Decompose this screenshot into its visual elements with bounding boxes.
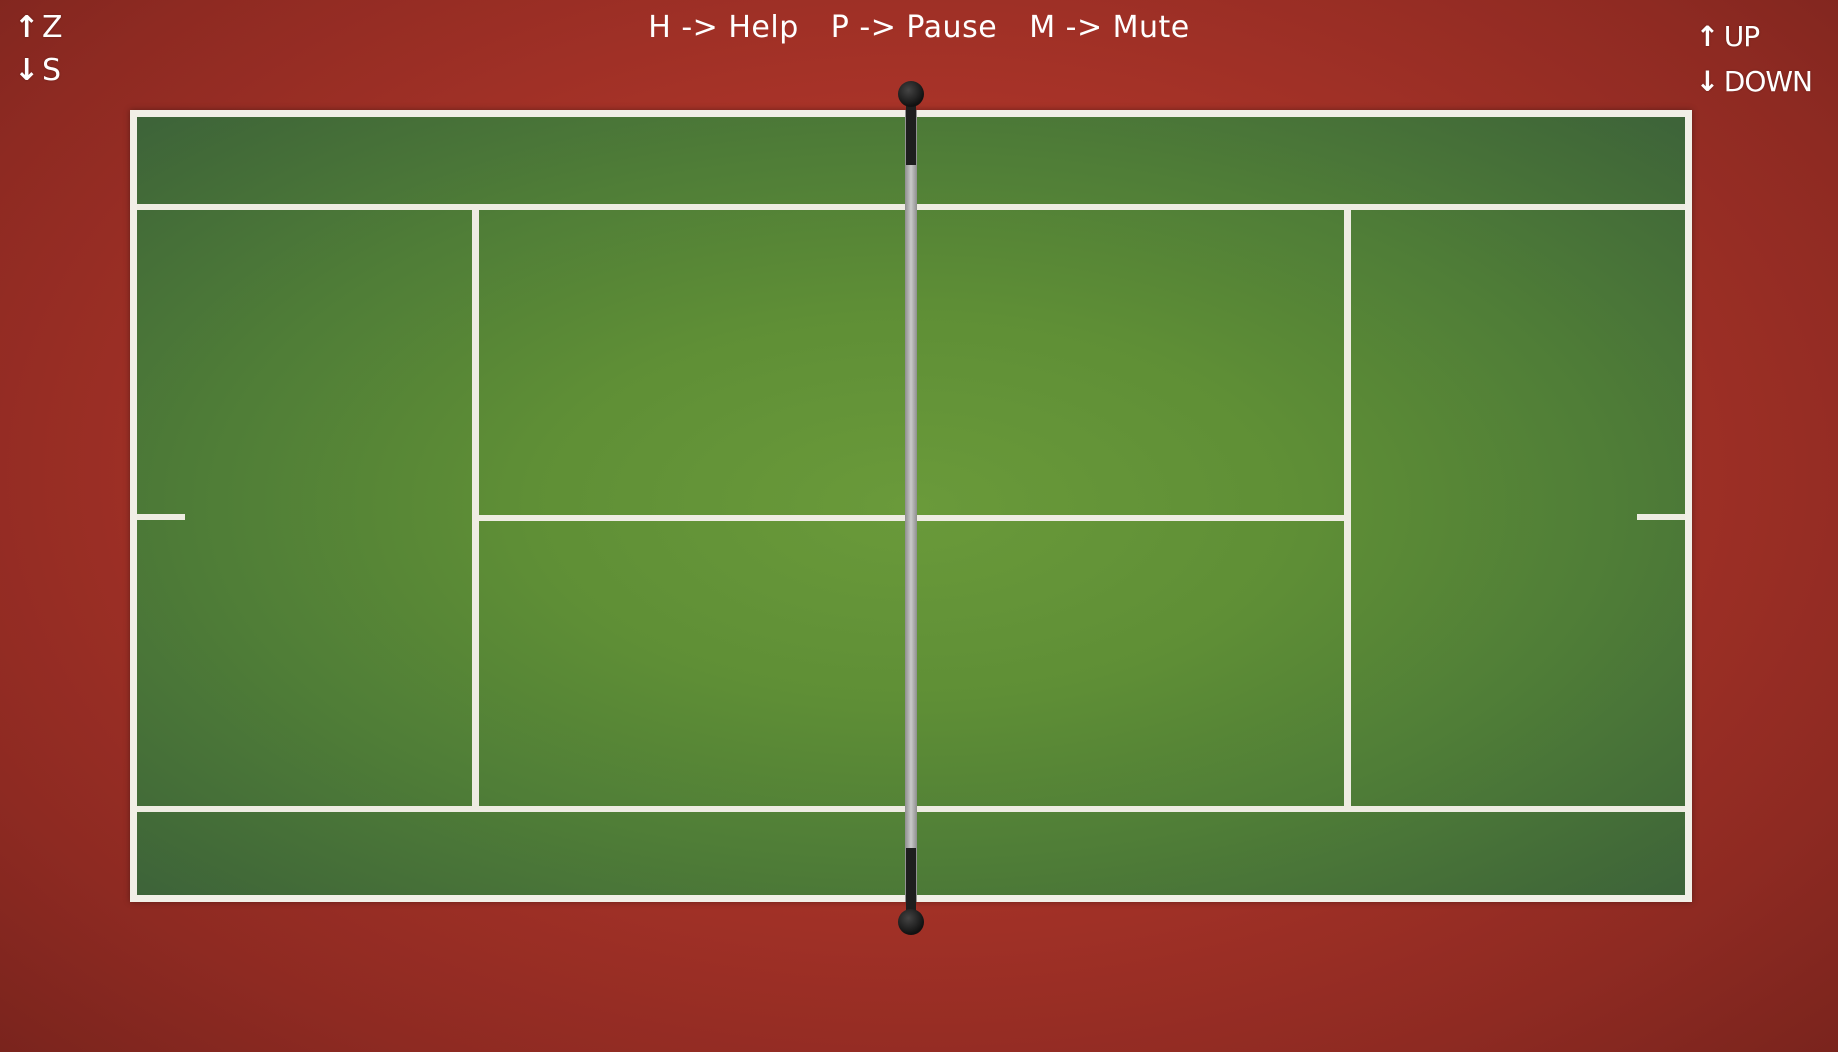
right-player-controls: ↑ UP ↓ DOWN — [1695, 14, 1813, 104]
arrow-down-icon: ↓ — [1695, 65, 1719, 98]
help-hint: H -> Help — [648, 10, 799, 45]
center-mark-left — [137, 514, 185, 520]
pause-hint: P -> Pause — [830, 10, 998, 45]
right-up-key-label: UP — [1723, 20, 1760, 53]
service-line-right — [1344, 204, 1351, 812]
mute-hint: M -> Mute — [1029, 10, 1190, 45]
right-up-control: ↑ UP — [1696, 14, 1812, 59]
net-strap-bottom — [906, 848, 916, 918]
keyboard-help-bar: H -> Help P -> Pause M -> Mute — [0, 10, 1838, 45]
arrow-down-icon: ↓ — [14, 53, 40, 88]
arrow-up-icon: ↑ — [1695, 20, 1719, 53]
right-down-key-label: DOWN — [1723, 65, 1813, 98]
left-down-control: ↓ S — [14, 49, 63, 92]
service-line-left — [472, 204, 479, 812]
center-mark-right — [1637, 514, 1685, 520]
tennis-net — [905, 110, 917, 902]
net-post-top — [898, 81, 924, 107]
right-down-control: ↓ DOWN — [1695, 59, 1813, 104]
left-down-key-label: S — [42, 53, 62, 88]
net-post-bottom — [898, 909, 924, 935]
